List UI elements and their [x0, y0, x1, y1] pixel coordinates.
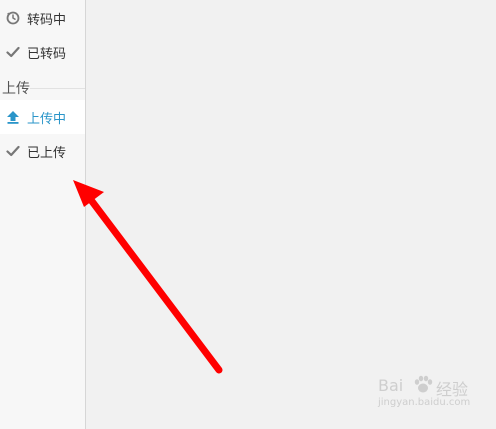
clock-sync-icon: [6, 11, 20, 25]
sidebar-item-label: 转码中: [27, 12, 67, 28]
sidebar: 转码中 已转码 上传 上传中 已上传: [0, 0, 86, 429]
sidebar-item-uploading[interactable]: 上传中: [0, 100, 85, 134]
sidebar-item-transcoded[interactable]: 已转码: [0, 35, 85, 69]
sidebar-item-label: 已上传: [27, 145, 67, 161]
watermark-brand: Bai: [378, 376, 404, 395]
sidebar-item-label: 上传中: [27, 111, 67, 127]
sidebar-item-uploaded[interactable]: 已上传: [0, 134, 85, 168]
upload-arrow-icon: [6, 110, 20, 124]
sidebar-item-transcoding[interactable]: 转码中: [0, 1, 85, 35]
watermark: Bai 经验 jingyan.baidu.com: [378, 375, 478, 416]
section-divider: [30, 88, 85, 89]
main-content-area: [86, 0, 496, 429]
watermark-url: jingyan.baidu.com: [378, 397, 471, 408]
check-icon: [6, 144, 20, 158]
sidebar-item-label: 已转码: [27, 46, 67, 62]
upload-section-title: 上传: [2, 81, 30, 97]
check-icon: [6, 45, 20, 59]
